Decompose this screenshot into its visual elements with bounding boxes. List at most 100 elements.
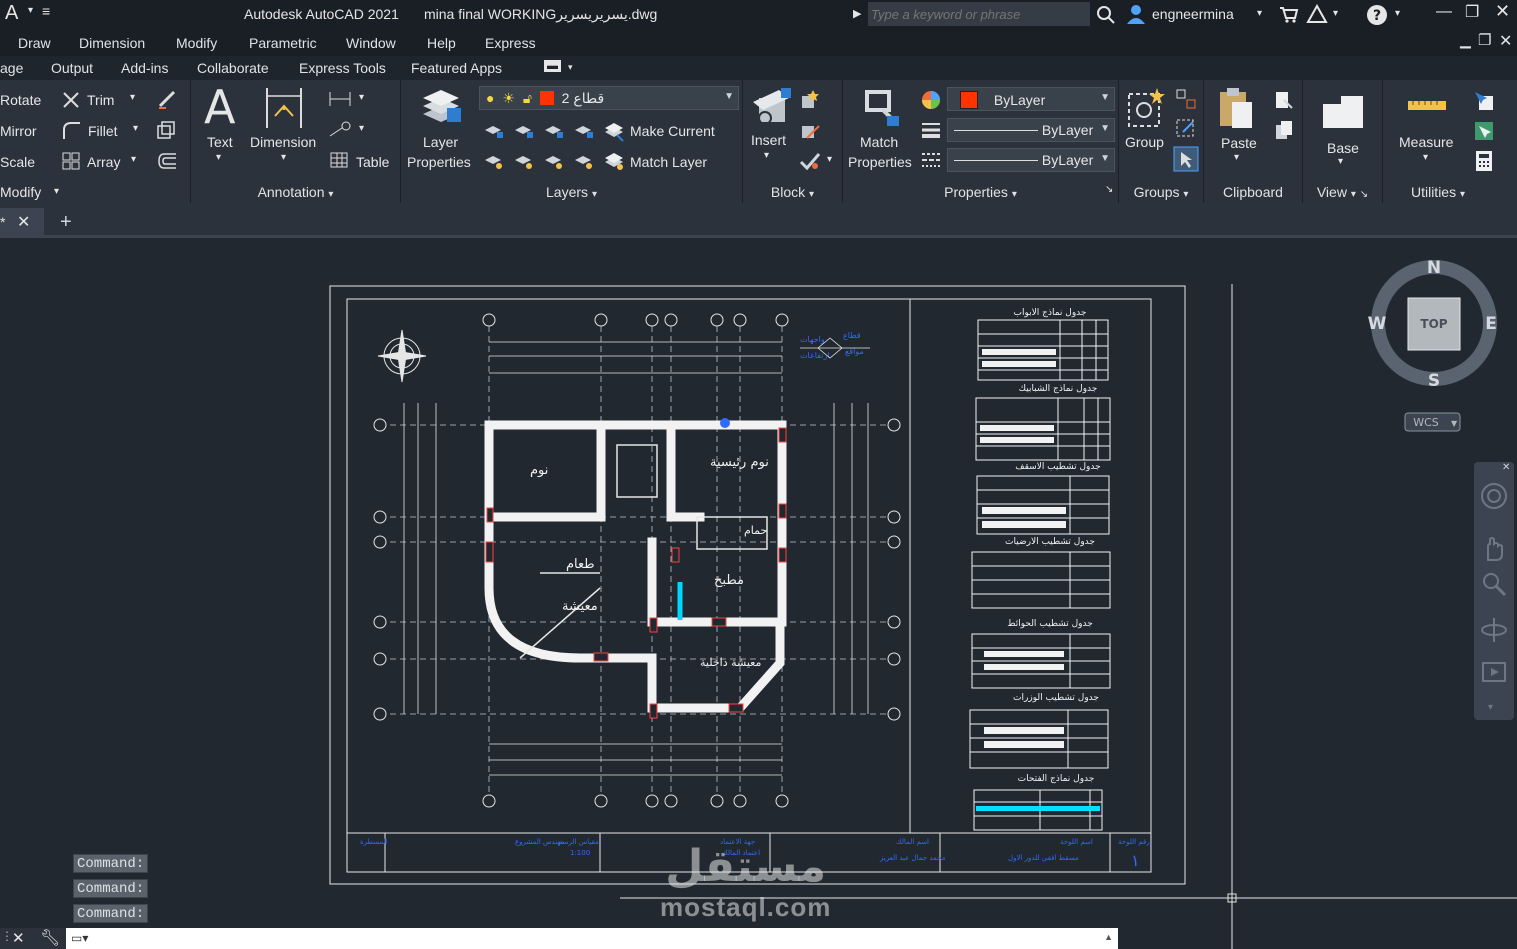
insert-button[interactable]: Insert bbox=[751, 132, 786, 148]
array-icon[interactable] bbox=[61, 151, 81, 171]
measure-dropdown-icon[interactable]: ▾ bbox=[1423, 152, 1428, 163]
dimension-icon[interactable] bbox=[263, 86, 305, 130]
measure-icon[interactable] bbox=[1407, 98, 1447, 112]
quick-select-icon[interactable] bbox=[1473, 90, 1495, 112]
groups-panel-label[interactable]: Groups bbox=[1134, 184, 1180, 200]
insert-block-icon[interactable] bbox=[749, 84, 793, 128]
tab-featured-apps[interactable]: Featured Apps bbox=[411, 60, 502, 76]
block-panel-dropdown-icon[interactable]: ▾ bbox=[809, 189, 814, 200]
file-tab-close-icon[interactable]: ✕ bbox=[17, 212, 30, 232]
match-properties-icon[interactable] bbox=[861, 86, 903, 130]
tab-collaborate[interactable]: Collaborate bbox=[197, 60, 269, 76]
annotation-panel-label[interactable]: Annotation bbox=[258, 184, 325, 200]
dimension-dropdown-icon[interactable]: ▾ bbox=[281, 152, 286, 163]
layer-properties-button-line1[interactable]: Layer bbox=[423, 134, 458, 150]
linear-dimension-dropdown-icon[interactable]: ▾ bbox=[359, 92, 364, 103]
command-input[interactable]: ▭▾ ▲ bbox=[66, 928, 1118, 949]
groups-panel-dropdown-icon[interactable]: ▾ bbox=[1183, 189, 1188, 200]
select-all-icon[interactable] bbox=[1473, 120, 1495, 142]
linetype-dropdown-arrow-icon[interactable]: ▼ bbox=[1100, 153, 1110, 164]
paste-dropdown-icon[interactable]: ▾ bbox=[1234, 152, 1239, 163]
group-selection-icon[interactable] bbox=[1173, 146, 1199, 172]
text-large-icon[interactable]: A bbox=[204, 80, 235, 134]
fillet-icon[interactable] bbox=[61, 120, 81, 140]
menu-modify[interactable]: Modify bbox=[176, 35, 217, 51]
navbar-close-icon[interactable]: ✕ bbox=[1502, 462, 1510, 473]
ribbon-display-toggle-icon[interactable]: ▬ bbox=[544, 60, 561, 72]
user-icon[interactable] bbox=[1126, 4, 1146, 24]
layer-properties-button-line2[interactable]: Properties bbox=[407, 154, 471, 170]
calculator-icon[interactable] bbox=[1475, 150, 1493, 172]
color-dropdown-arrow-icon[interactable]: ▼ bbox=[1100, 92, 1110, 103]
base-button[interactable]: Base bbox=[1327, 140, 1359, 156]
measure-button[interactable]: Measure bbox=[1399, 134, 1453, 150]
layer-tools-row1-icons[interactable] bbox=[483, 120, 601, 142]
quick-access-menu-icon[interactable]: ≡ bbox=[42, 3, 50, 19]
user-dropdown-icon[interactable]: ▾ bbox=[1257, 8, 1262, 19]
linetype-dropdown[interactable]: ByLayer ▼ bbox=[947, 148, 1115, 172]
text-dropdown-icon[interactable]: ▾ bbox=[216, 152, 221, 163]
steering-wheel-icon[interactable] bbox=[1480, 482, 1508, 510]
group-edit-icon[interactable] bbox=[1175, 118, 1197, 140]
menu-express[interactable]: Express bbox=[485, 35, 536, 51]
layers-panel-label[interactable]: Layers bbox=[546, 184, 588, 200]
ribbon-display-dropdown-icon[interactable]: ▾ bbox=[568, 62, 573, 73]
lineweight-dropdown-arrow-icon[interactable]: ▼ bbox=[1100, 123, 1110, 134]
view-panel-dropdown-icon[interactable]: ▾ bbox=[1351, 189, 1356, 200]
cut-icon[interactable] bbox=[1274, 90, 1294, 110]
offset-icon[interactable] bbox=[156, 151, 178, 171]
menu-draw[interactable]: Draw bbox=[18, 35, 51, 51]
layer-freeze-icon[interactable]: ☀ bbox=[502, 90, 515, 106]
make-current-button[interactable]: Make Current bbox=[630, 123, 715, 139]
minimize-window-icon[interactable]: — bbox=[1436, 3, 1452, 21]
app-menu-arrow-icon[interactable]: ▾ bbox=[28, 5, 33, 16]
layer-dropdown[interactable]: ● ☀ 🔓︎ قطاع 2 ▼ bbox=[479, 86, 739, 110]
menu-dimension[interactable]: Dimension bbox=[79, 35, 145, 51]
color-dropdown[interactable]: ByLayer ▼ bbox=[947, 87, 1115, 111]
mirror-button[interactable]: Mirror bbox=[0, 123, 37, 139]
a360-icon[interactable] bbox=[1306, 4, 1328, 24]
copy-icon[interactable] bbox=[156, 120, 176, 140]
clipboard-panel-label[interactable]: Clipboard bbox=[1223, 184, 1283, 200]
restore-window-icon[interactable]: ❐ bbox=[1465, 2, 1479, 22]
pan-icon[interactable] bbox=[1480, 534, 1508, 562]
trim-icon[interactable] bbox=[61, 90, 81, 110]
properties-dialog-launcher-icon[interactable]: ↘ bbox=[1105, 184, 1113, 195]
array-dropdown-icon[interactable]: ▾ bbox=[131, 154, 136, 165]
fillet-button[interactable]: Fillet bbox=[88, 123, 118, 139]
command-customize-icon[interactable]: 🔧︎ bbox=[40, 928, 60, 948]
text-button[interactable]: Text bbox=[207, 134, 233, 150]
match-properties-line1[interactable]: Match bbox=[860, 134, 898, 150]
view-panel-label[interactable]: View bbox=[1317, 184, 1347, 200]
orbit-icon[interactable] bbox=[1480, 616, 1508, 644]
tab-add-ins[interactable]: Add-ins bbox=[121, 60, 168, 76]
edit-attributes-dropdown-icon[interactable]: ▾ bbox=[827, 154, 832, 165]
fillet-dropdown-icon[interactable]: ▾ bbox=[133, 123, 138, 134]
edit-attributes-icon[interactable] bbox=[799, 150, 821, 172]
make-current-icon[interactable] bbox=[603, 120, 625, 142]
insert-dropdown-icon[interactable]: ▾ bbox=[764, 150, 769, 161]
base-view-icon[interactable] bbox=[1321, 94, 1365, 130]
utilities-panel-dropdown-icon[interactable]: ▾ bbox=[1460, 189, 1465, 200]
leader-icon[interactable] bbox=[328, 120, 352, 138]
erase-icon[interactable] bbox=[156, 88, 178, 110]
tab-express-tools[interactable]: Express Tools bbox=[299, 60, 386, 76]
lineweight-dropdown[interactable]: ByLayer ▼ bbox=[947, 118, 1115, 142]
tab-output[interactable]: Output bbox=[51, 60, 93, 76]
modify-panel-label[interactable]: Modify bbox=[0, 184, 41, 200]
match-layer-button[interactable]: Match Layer bbox=[630, 154, 707, 170]
app-logo[interactable]: A bbox=[5, 2, 18, 25]
command-close-icon[interactable]: ✕ bbox=[12, 929, 25, 947]
block-panel-label[interactable]: Block bbox=[771, 184, 805, 200]
properties-panel-dropdown-icon[interactable]: ▾ bbox=[1012, 189, 1017, 200]
trim-dropdown-icon[interactable]: ▾ bbox=[130, 92, 135, 103]
lineweight-icon[interactable] bbox=[921, 121, 941, 139]
group-icon[interactable] bbox=[1125, 86, 1169, 130]
color-wheel-icon[interactable] bbox=[921, 90, 941, 110]
showmotion-icon[interactable] bbox=[1480, 658, 1508, 686]
search-input[interactable] bbox=[868, 2, 1090, 26]
doc-close-icon[interactable]: ✕ bbox=[1499, 31, 1512, 51]
menu-parametric[interactable]: Parametric bbox=[249, 35, 317, 51]
help-icon[interactable]: ? bbox=[1366, 4, 1388, 26]
linear-dimension-icon[interactable] bbox=[328, 90, 352, 108]
